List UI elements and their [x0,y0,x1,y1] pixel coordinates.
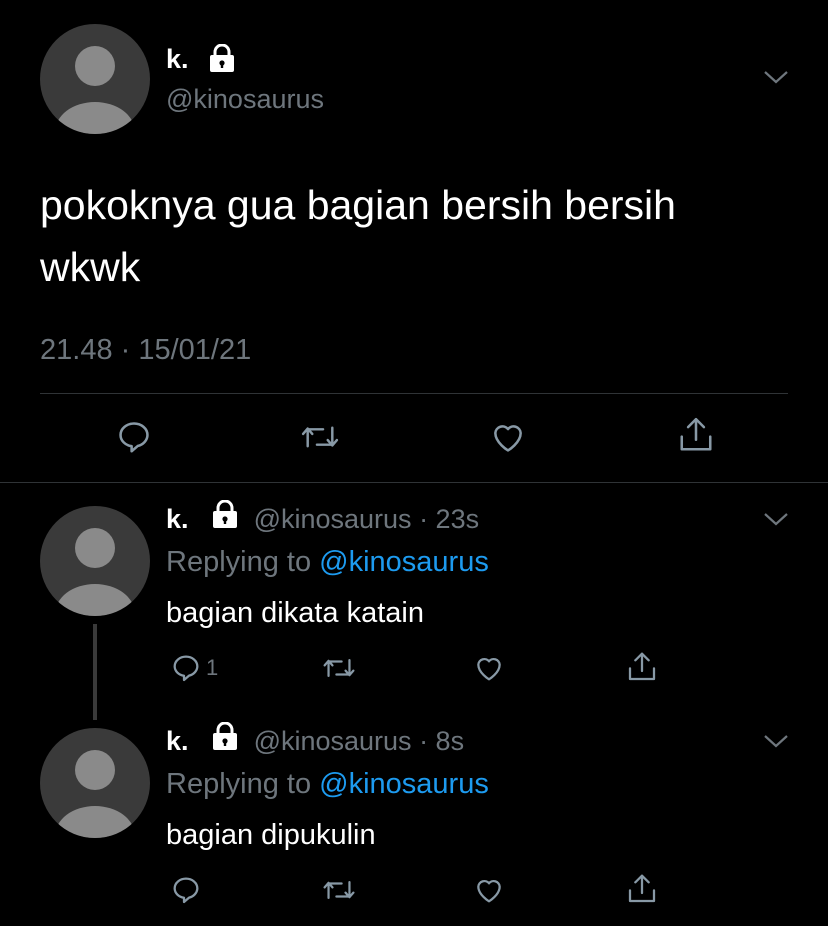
reply-icon[interactable] [170,652,202,684]
tweet-text-line: pokoknya gua bagian bersih bersih [40,182,676,228]
chevron-down-icon[interactable] [762,68,790,86]
tweet-text: pokoknya gua bagian bersih bersih wkwk [40,174,676,298]
replying-to-link[interactable]: @kinosaurus [319,546,489,578]
retweet-icon[interactable] [300,418,340,456]
like-icon[interactable] [473,874,505,906]
retweet-icon[interactable] [322,652,356,684]
thread-line [93,624,97,720]
chevron-down-icon[interactable] [762,510,790,528]
tweet-time: · 23s [419,504,480,534]
reply-icon[interactable] [115,418,153,456]
display-name[interactable]: k. [166,726,189,756]
user-handle[interactable]: @kinosaurus [166,84,324,115]
tweet-time: · 8s [419,726,465,756]
chevron-down-icon[interactable] [762,732,790,750]
lock-icon [207,43,237,77]
user-handle[interactable]: @kinosaurus [254,504,412,534]
reply-action[interactable]: 1 [170,652,218,684]
reply-text: bagian dipukulin [166,819,376,851]
user-handle[interactable]: @kinosaurus [254,726,412,756]
reply-icon[interactable] [170,874,202,906]
tweet-timestamp[interactable]: 21.48 · 15/01/21 [40,334,251,367]
share-icon[interactable] [677,414,715,456]
like-icon[interactable] [489,418,527,456]
retweet-icon[interactable] [322,874,356,906]
avatar[interactable] [40,728,150,838]
lock-icon [210,499,240,535]
divider [40,393,788,394]
lock-icon [210,721,240,757]
replying-to-label: Replying to [166,546,312,578]
replying-to-link[interactable]: @kinosaurus [319,768,489,800]
reply-text: bagian dikata katain [166,597,424,629]
reply-count: 1 [206,655,219,680]
divider [0,482,828,483]
display-name[interactable]: k. [166,44,189,74]
avatar[interactable] [40,506,150,616]
like-icon[interactable] [473,652,505,684]
display-name[interactable]: k. [166,504,189,534]
replying-to-label: Replying to [166,768,312,800]
share-icon[interactable] [626,649,658,685]
avatar[interactable] [40,24,150,134]
tweet-text-line: wkwk [40,244,141,290]
share-icon[interactable] [626,871,658,907]
